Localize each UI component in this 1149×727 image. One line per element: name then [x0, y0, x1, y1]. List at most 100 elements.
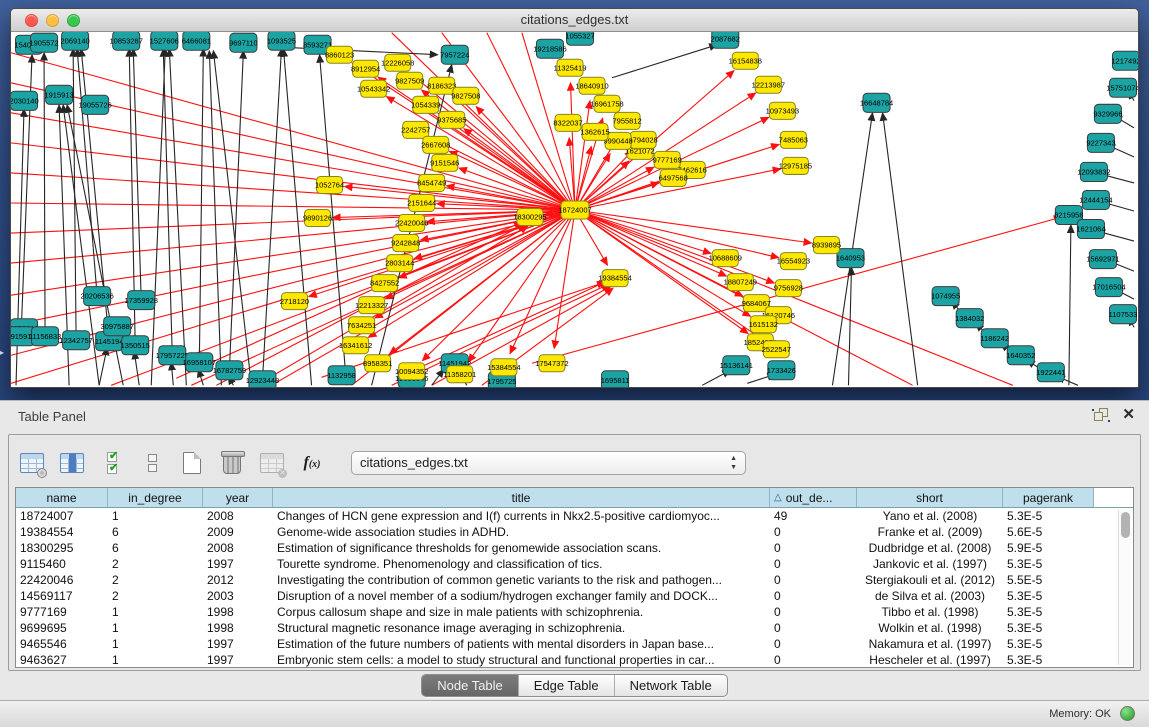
float-panel-icon[interactable]	[1094, 408, 1108, 422]
function-builder-button[interactable]: f(x)	[299, 450, 325, 476]
citation-edge[interactable]	[848, 267, 851, 385]
column-header-short[interactable]: short	[857, 488, 1003, 507]
citation-edge[interactable]	[612, 45, 717, 78]
graph-node-yellow[interactable]: 19384554	[598, 270, 631, 287]
column-header-name[interactable]: name	[16, 488, 108, 507]
cell-title[interactable]: Investigating the contribution of common…	[273, 572, 770, 588]
table-row[interactable]: 1938455462009Genome-wide association stu…	[16, 524, 1133, 540]
table-row[interactable]: 946554611997Estimation of the future num…	[16, 636, 1133, 652]
graph-node-teal[interactable]: 15136141	[720, 356, 753, 375]
cell-in_degree[interactable]: 1	[108, 508, 203, 524]
cell-short[interactable]: Tibbo et al. (1998)	[857, 604, 1003, 620]
cell-year[interactable]: 2008	[203, 508, 273, 524]
table-row[interactable]: 1830029562008Estimation of significance …	[16, 540, 1133, 556]
graph-node-yellow[interactable]: 11325419	[554, 59, 587, 76]
graph-node-teal[interactable]: 1922441	[1036, 363, 1065, 382]
citation-edge[interactable]	[271, 47, 437, 55]
graph-node-yellow[interactable]: 1054339	[411, 96, 440, 113]
cell-out_de[interactable]: 0	[770, 556, 857, 572]
graph-node-yellow[interactable]: 1052764	[315, 176, 344, 193]
cell-out_de[interactable]: 49	[770, 508, 857, 524]
cell-year[interactable]: 1998	[203, 620, 273, 636]
graph-node-teal[interactable]: 1695811	[601, 371, 630, 387]
column-header-title[interactable]: title	[273, 488, 770, 507]
graph-node-teal[interactable]: 2087682	[711, 32, 740, 48]
graph-node-teal[interactable]: 19055726	[78, 95, 111, 114]
graph-node-yellow[interactable]: 6794028	[629, 131, 658, 148]
network-view-window[interactable]: citations_edges.txt 15405571905572206914…	[10, 8, 1139, 388]
graph-node-yellow[interactable]: 9242848	[391, 235, 420, 252]
graph-node-yellow[interactable]: 22420046	[395, 215, 428, 232]
citation-edge[interactable]	[554, 210, 575, 348]
graph-node-teal[interactable]: 12923448	[246, 371, 279, 387]
cell-title[interactable]: Changes of HCN gene expression and I(f) …	[273, 508, 770, 524]
cell-short[interactable]: Yano et al. (2008)	[857, 508, 1003, 524]
minimize-window-button[interactable]	[46, 14, 59, 27]
graph-node-teal[interactable]: 15692971	[1086, 250, 1119, 269]
cell-title[interactable]: Estimation of significance thresholds fo…	[273, 540, 770, 556]
table-row[interactable]: 1872400712008Changes of HCN gene express…	[16, 508, 1133, 524]
delete-column-button[interactable]	[219, 450, 245, 476]
cell-in_degree[interactable]: 2	[108, 588, 203, 604]
cell-name[interactable]: 9777169	[16, 604, 108, 620]
graph-node-yellow[interactable]: 2718120	[280, 293, 309, 310]
graph-node-yellow[interactable]: 2242757	[401, 121, 430, 138]
cell-year[interactable]: 1997	[203, 556, 273, 572]
citation-edge[interactable]	[429, 137, 575, 210]
cell-title[interactable]: Estimation of the future numbers of pati…	[273, 636, 770, 652]
table-mode-button[interactable]	[139, 450, 165, 476]
table-selector-dropdown[interactable]: citations_edges.txt ▲▼	[351, 451, 746, 475]
cell-year[interactable]: 2009	[203, 524, 273, 540]
node-table[interactable]: namein_degreeyeartitle△out_de...shortpag…	[15, 487, 1134, 668]
cell-title[interactable]: Tourette syndrome. Phenomenology and cla…	[273, 556, 770, 572]
graph-node-yellow[interactable]: 16961758	[590, 95, 623, 112]
graph-node-teal[interactable]: 1055327	[565, 32, 594, 45]
graph-node-yellow[interactable]: 12975185	[779, 157, 812, 174]
cell-short[interactable]: Franke et al. (2009)	[857, 524, 1003, 540]
graph-node-yellow[interactable]: 16341612	[339, 337, 372, 354]
graph-node-yellow[interactable]: 12226058	[381, 54, 414, 71]
graph-node-yellow[interactable]: 6497568	[659, 169, 688, 186]
graph-node-teal[interactable]: 9697110	[229, 33, 258, 52]
graph-node-yellow[interactable]: 8939895	[812, 237, 841, 254]
citation-edge[interactable]	[133, 49, 141, 300]
cell-name[interactable]: 9463627	[16, 652, 108, 668]
graph-node-teal[interactable]: 1905572	[29, 33, 58, 52]
cell-short[interactable]: Jankovic et al. (1997)	[857, 556, 1003, 572]
cell-in_degree[interactable]: 1	[108, 620, 203, 636]
cell-in_degree[interactable]: 2	[108, 556, 203, 572]
network-canvas[interactable]: 1540557190557220691401085328715276066466…	[11, 32, 1138, 387]
graph-node-teal[interactable]: 1074955	[931, 287, 960, 306]
cell-title[interactable]: Structural magnetic resonance image aver…	[273, 620, 770, 636]
graph-node-yellow[interactable]: 11358201	[443, 366, 476, 383]
graph-node-teal[interactable]: 11156833	[29, 327, 61, 346]
graph-node-yellow[interactable]: 1615132	[749, 316, 778, 333]
cell-name[interactable]: 9115460	[16, 556, 108, 572]
graph-node-teal[interactable]: 10853287	[110, 32, 143, 50]
vertical-scrollbar[interactable]	[1118, 510, 1131, 665]
table-row[interactable]: 946362711997Embryonic stem cells: a mode…	[16, 652, 1133, 668]
graph-node-yellow[interactable]: 2151644	[407, 194, 436, 211]
table-row[interactable]: 977716911998Corpus callosum shape and si…	[16, 604, 1133, 620]
graph-node-teal[interactable]: 30975887	[101, 317, 134, 336]
cell-in_degree[interactable]: 1	[108, 652, 203, 668]
cell-year[interactable]: 1998	[203, 604, 273, 620]
citation-network-graph[interactable]: 1540557190557220691401085328715276066466…	[11, 32, 1138, 387]
cell-pagerank[interactable]: 5.3E-5	[1003, 508, 1094, 524]
cell-name[interactable]: 9699695	[16, 620, 108, 636]
graph-node-teal[interactable]: 17016504	[1092, 278, 1125, 297]
graph-node-yellow[interactable]: 2667608	[421, 136, 450, 153]
close-panel-icon[interactable]: ✕	[1122, 408, 1135, 422]
cell-pagerank[interactable]: 5.3E-5	[1003, 652, 1094, 668]
column-header-pagerank[interactable]: pagerank	[1003, 488, 1094, 507]
cell-short[interactable]: Stergiakouli et al. (2012)	[857, 572, 1003, 588]
graph-node-teal[interactable]: 1384032	[955, 309, 984, 328]
graph-node-teal[interactable]: 2030140	[11, 91, 39, 110]
graph-node-yellow[interactable]: 15384554	[487, 359, 520, 376]
citation-edge[interactable]	[575, 210, 727, 276]
graph-node-yellow[interactable]: 9756928	[774, 280, 803, 297]
graph-node-yellow[interactable]: 18640910	[575, 77, 608, 94]
graph-node-teal[interactable]: 16648784	[860, 93, 893, 112]
cell-year[interactable]: 2003	[203, 588, 273, 604]
citation-edge[interactable]	[99, 347, 107, 385]
